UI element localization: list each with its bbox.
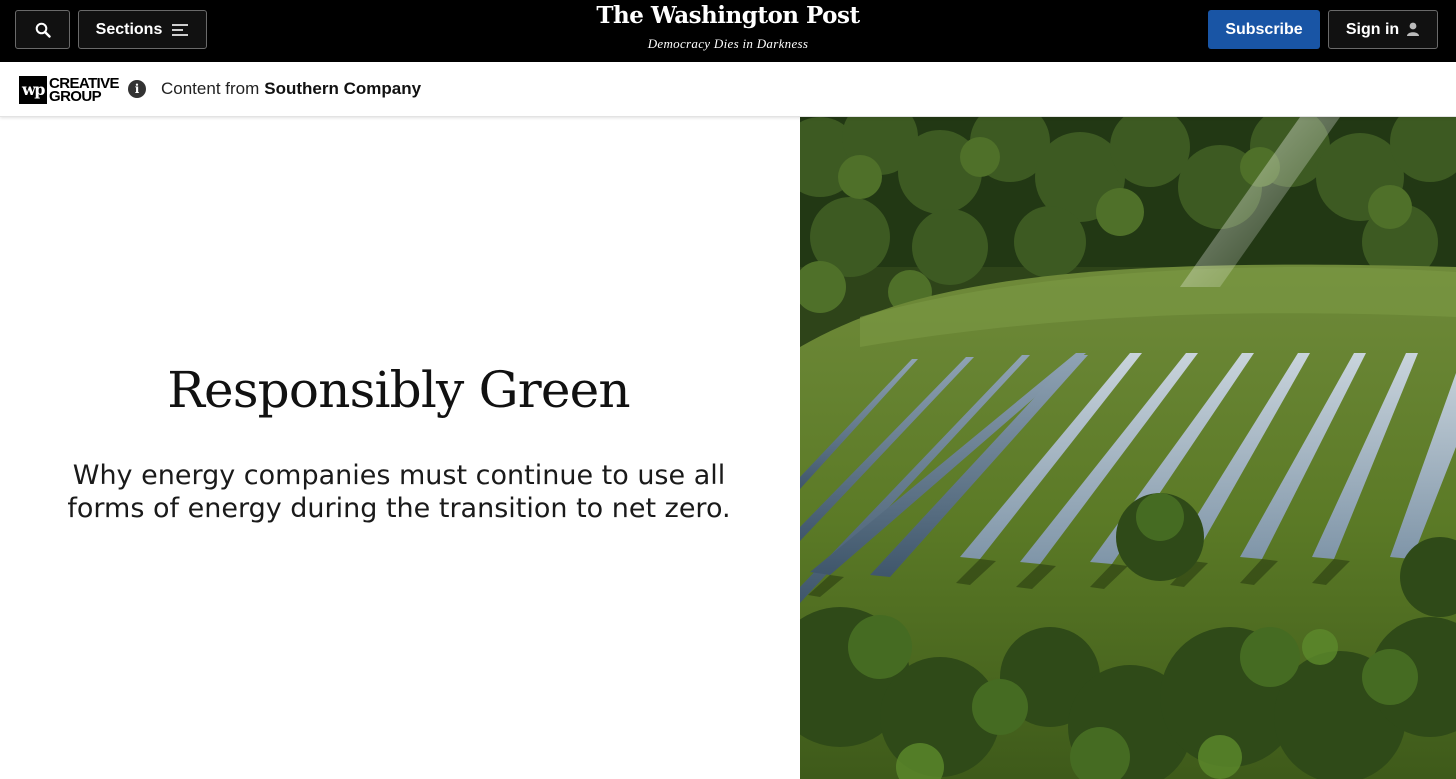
subscribe-button[interactable]: Subscribe bbox=[1208, 10, 1320, 49]
search-icon bbox=[35, 22, 51, 38]
top-navigation-bar: Sections The Washington Post Democracy D… bbox=[0, 0, 1456, 62]
creative-group-logo[interactable]: wp CREATIVE GROUP bbox=[19, 75, 120, 105]
hero-text-panel: Responsibly Green Why energy companies m… bbox=[0, 117, 800, 779]
masthead[interactable]: The Washington Post Democracy Dies in Da… bbox=[528, 0, 928, 62]
wp-logo-mark: wp bbox=[19, 75, 47, 104]
sections-button[interactable]: Sections bbox=[78, 10, 207, 49]
hero-title: Responsibly Green bbox=[167, 361, 630, 419]
masthead-logo[interactable]: The Washington Post bbox=[528, 2, 928, 30]
hero-subtitle: Why energy companies must continue to us… bbox=[67, 460, 731, 524]
creative-group-line2: GROUP bbox=[49, 87, 102, 105]
hero-image-solar-farm bbox=[800, 117, 1456, 779]
sign-in-label: Sign in bbox=[1345, 20, 1400, 38]
menu-icon bbox=[172, 23, 189, 36]
info-icon[interactable]: i bbox=[128, 80, 146, 98]
creative-group-wordmark: CREATIVE GROUP bbox=[49, 76, 120, 105]
sign-in-button[interactable]: Sign in bbox=[1328, 10, 1438, 49]
user-icon bbox=[1407, 22, 1420, 36]
sponsor-attribution: Content from Southern Company bbox=[161, 78, 421, 100]
sponsor-name: Southern Company bbox=[264, 79, 422, 98]
content-from-label: Content from bbox=[161, 79, 260, 98]
sections-label: Sections bbox=[95, 20, 163, 38]
masthead-tagline: Democracy Dies in Darkness bbox=[647, 36, 809, 51]
solar-farm-illustration bbox=[800, 117, 1456, 779]
search-button[interactable] bbox=[15, 10, 70, 49]
